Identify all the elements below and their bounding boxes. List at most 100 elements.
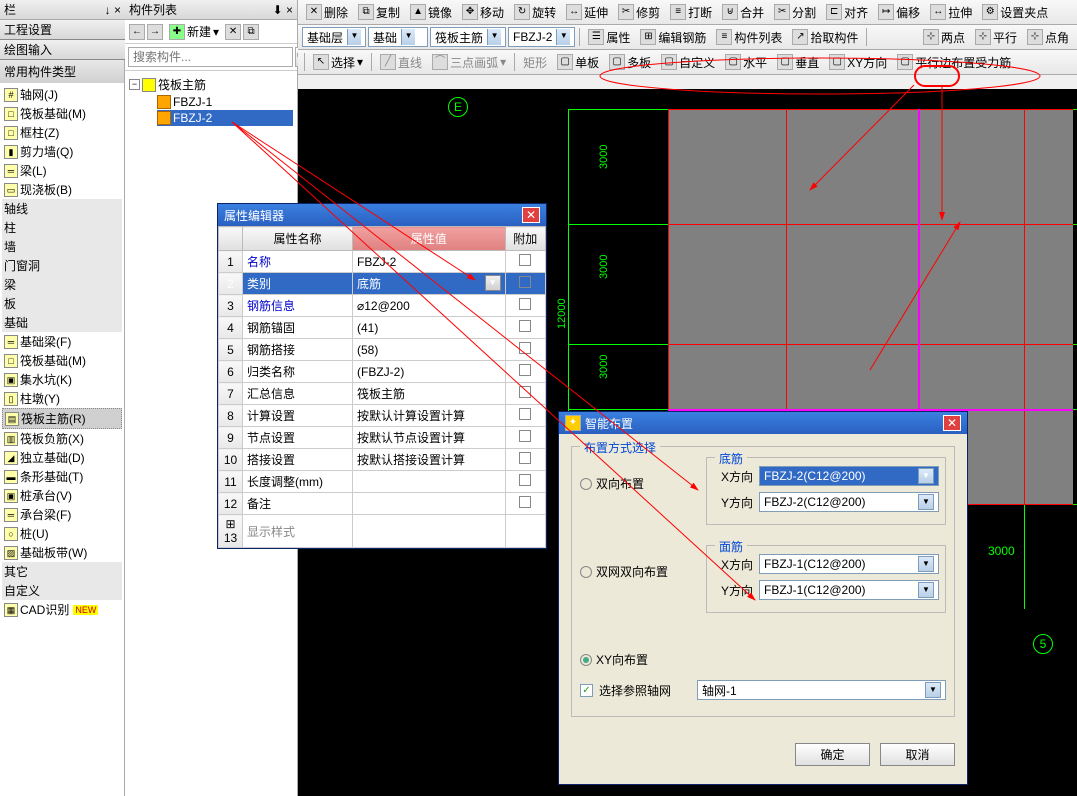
ref-axis-checkbox[interactable]: ✓	[580, 684, 593, 697]
tree-item[interactable]: 板	[2, 294, 122, 313]
tree-item[interactable]: ◢独立基础(D)	[2, 448, 122, 467]
select-tool[interactable]: ↖选择 ▾	[309, 52, 367, 72]
打断-button[interactable]: ≡打断	[666, 2, 716, 22]
tree-item[interactable]: ○桩(U)	[2, 524, 122, 543]
tree-item[interactable]: ▨基础板带(W)	[2, 543, 122, 562]
tree-item[interactable]: ═基础梁(F)	[2, 332, 122, 351]
tree-item[interactable]: □筏板基础(M)	[2, 351, 122, 370]
mode-水平[interactable]: ▢水平	[721, 52, 771, 72]
prop-row[interactable]: 10搭接设置按默认搭接设置计算	[219, 449, 546, 471]
构件列表-button[interactable]: ≡构件列表	[712, 27, 786, 47]
delete-icon[interactable]: ✕	[225, 24, 241, 40]
tree-item[interactable]: 梁	[2, 275, 122, 294]
subtype-select[interactable]: 筏板主筋▼	[430, 27, 506, 47]
cancel-button[interactable]: 取消	[880, 743, 955, 766]
prop-row[interactable]: 1名称FBZJ-2	[219, 251, 546, 273]
tree-item[interactable]: ▬条形基础(T)	[2, 467, 122, 486]
tree-item[interactable]: ▣集水坑(K)	[2, 370, 122, 389]
close-icon[interactable]: ✕	[522, 207, 540, 223]
旋转-button[interactable]: ↻旋转	[510, 2, 560, 22]
close-icon[interactable]: ✕	[943, 415, 961, 431]
prop-row[interactable]: 3钢筋信息⌀12@200	[219, 295, 546, 317]
top-y-select[interactable]: FBZJ-1(C12@200)▼	[759, 580, 939, 600]
mode-自定义[interactable]: ▢自定义	[657, 52, 719, 72]
prop-row[interactable]: 2类别底筋▼	[219, 273, 546, 295]
search-input[interactable]	[128, 47, 293, 67]
copy-icon[interactable]: ⧉	[243, 24, 259, 40]
设置夹点-button[interactable]: ⚙设置夹点	[978, 2, 1052, 22]
new-button[interactable]: ✚新建 ▾	[165, 22, 223, 42]
prop-row[interactable]: 11长度调整(mm)	[219, 471, 546, 493]
镜像-button[interactable]: ▲镜像	[406, 2, 456, 22]
mode-单板[interactable]: ▢单板	[553, 52, 603, 72]
tree-item[interactable]: 门窗洞	[2, 256, 122, 275]
snap-平行[interactable]: ⊹平行	[971, 27, 1021, 47]
fwd-icon[interactable]: →	[147, 24, 163, 40]
tree-item[interactable]: ▭现浇板(B)	[2, 180, 122, 199]
删除-button[interactable]: ✕删除	[302, 2, 352, 22]
mode-垂直[interactable]: ▢垂直	[773, 52, 823, 72]
floor-select[interactable]: 基础层▼	[302, 27, 366, 47]
移动-button[interactable]: ✥移动	[458, 2, 508, 22]
prop-row[interactable]: 7汇总信息筏板主筋	[219, 383, 546, 405]
line-tool[interactable]: ╱直线	[376, 52, 426, 72]
prop-row[interactable]: 6归类名称(FBZJ-2)	[219, 361, 546, 383]
偏移-button[interactable]: ↦偏移	[874, 2, 924, 22]
tree-item[interactable]: 柱	[2, 218, 122, 237]
mode-XY方向[interactable]: ▢XY方向	[825, 52, 891, 72]
prop-row[interactable]: ⊞ 13显示样式	[219, 515, 546, 548]
bottom-x-select[interactable]: FBZJ-2(C12@200)▼	[759, 466, 939, 486]
分割-button[interactable]: ✂分割	[770, 2, 820, 22]
pin-icon[interactable]: ↓ ×	[105, 3, 121, 17]
拉伸-button[interactable]: ↔拉伸	[926, 2, 976, 22]
top-x-select[interactable]: FBZJ-1(C12@200)▼	[759, 554, 939, 574]
合并-button[interactable]: ⊎合并	[718, 2, 768, 22]
tree-item[interactable]: ▣桩承台(V)	[2, 486, 122, 505]
tab-draw-input[interactable]: 绘图输入	[0, 40, 125, 60]
tab-project-settings[interactable]: 工程设置	[0, 20, 125, 40]
dialog-title[interactable]: ✦ 智能布置 ✕	[559, 412, 967, 434]
prop-row[interactable]: 9节点设置按默认节点设置计算	[219, 427, 546, 449]
snap-点角[interactable]: ⊹点角	[1023, 27, 1073, 47]
mode-多板[interactable]: ▢多板	[605, 52, 655, 72]
prop-row[interactable]: 12备注	[219, 493, 546, 515]
tree-item[interactable]: 自定义	[2, 581, 122, 600]
radio-bidir[interactable]: 双向布置	[580, 475, 690, 492]
tree-item[interactable]: □框柱(Z)	[2, 123, 122, 142]
tree-item-fbzj2[interactable]: FBZJ-2	[157, 110, 293, 126]
拾取构件-button[interactable]: ↗拾取构件	[788, 27, 862, 47]
tree-item[interactable]: 墙	[2, 237, 122, 256]
pin-icon[interactable]: ⬇ ×	[273, 3, 293, 17]
prop-row[interactable]: 4钢筋锚固(41)	[219, 317, 546, 339]
ok-button[interactable]: 确定	[795, 743, 870, 766]
tree-item[interactable]: □筏板基础(M)	[2, 104, 122, 123]
snap-两点[interactable]: ⊹两点	[919, 27, 969, 47]
item-select[interactable]: FBZJ-2▼	[508, 27, 575, 47]
radio-double-net[interactable]: 双网双向布置	[580, 563, 690, 580]
tree-item-fbzj1[interactable]: FBZJ-1	[157, 94, 293, 110]
prop-row[interactable]: 5钢筋搭接(58)	[219, 339, 546, 361]
tree-item[interactable]: ▤筏板主筋(R)	[2, 408, 122, 429]
arc-tool[interactable]: ⌒三点画弧 ▾	[428, 52, 510, 72]
tree-item[interactable]: 基础	[2, 313, 122, 332]
tree-item[interactable]: ▮剪力墙(Q)	[2, 142, 122, 161]
mode-平行边布置受力筋[interactable]: ▢平行边布置受力筋	[893, 52, 1015, 72]
bottom-y-select[interactable]: FBZJ-2(C12@200)▼	[759, 492, 939, 512]
tree-item[interactable]: ═承台梁(F)	[2, 505, 122, 524]
back-icon[interactable]: ←	[129, 24, 145, 40]
复制-button[interactable]: ⧉复制	[354, 2, 404, 22]
axis-select[interactable]: 轴网-1▼	[697, 680, 946, 700]
radio-xy[interactable]: XY向布置	[580, 651, 690, 668]
tree-item[interactable]: 其它	[2, 562, 122, 581]
tree-item[interactable]: ▦CAD识别NEW	[2, 600, 122, 619]
延伸-button[interactable]: ↔延伸	[562, 2, 612, 22]
tree-item[interactable]: #轴网(J)	[2, 85, 122, 104]
type-select[interactable]: 基础▼	[368, 27, 428, 47]
属性-button[interactable]: ☰属性	[584, 27, 634, 47]
tree-item[interactable]: ═梁(L)	[2, 161, 122, 180]
tree-item[interactable]: ▥筏板负筋(X)	[2, 429, 122, 448]
修剪-button[interactable]: ✂修剪	[614, 2, 664, 22]
tree-item[interactable]: ▯柱墩(Y)	[2, 389, 122, 408]
对齐-button[interactable]: ⊏对齐	[822, 2, 872, 22]
编辑钢筋-button[interactable]: ⊞编辑钢筋	[636, 27, 710, 47]
